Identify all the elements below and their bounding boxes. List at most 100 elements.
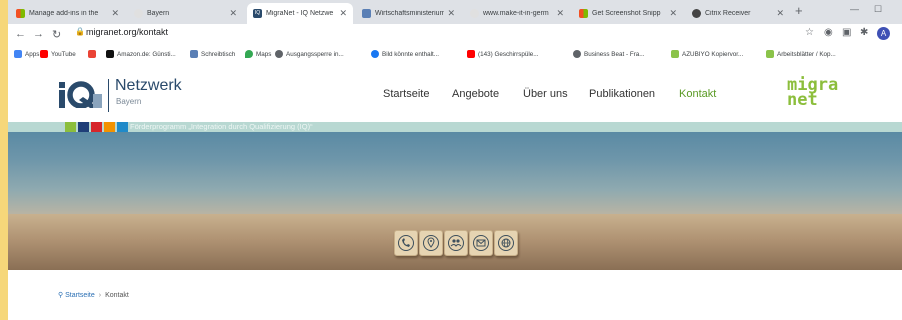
phone-icon: [398, 235, 414, 251]
tab-make-it-in-germany[interactable]: www.make-it-in-germ ✕: [464, 3, 570, 24]
schreibtisch-icon: [190, 50, 198, 58]
tab-label: www.make-it-in-germ: [483, 10, 549, 17]
bookmark-ausgangssperre[interactable]: Ausgangssperre in...: [275, 50, 344, 58]
extension-icon[interactable]: ◉: [824, 27, 833, 38]
tab-strip: Manage add-ins in the ✕ Bayern ✕ IQ Migr…: [8, 0, 902, 24]
azubiyo-icon: [766, 50, 774, 58]
maps-pin-icon: [245, 50, 253, 58]
extensions-puzzle-icon[interactable]: ✱: [860, 27, 868, 38]
bookmark-label: Ausgangssperre in...: [286, 50, 344, 58]
globe-icon: [275, 50, 283, 58]
bookmark-star-icon[interactable]: ☆: [805, 27, 814, 38]
bookmark-label: Schreibtisch: [201, 50, 236, 58]
bookmark-schreibtisch[interactable]: Schreibtisch: [190, 50, 235, 58]
new-tab-button[interactable]: +: [795, 3, 803, 18]
tab-label: MigraNet - IQ Netzwe: [266, 10, 334, 17]
nav-publikationen[interactable]: Publikationen: [589, 88, 655, 100]
breadcrumb-current: Kontakt: [105, 291, 129, 299]
program-color-square: [117, 122, 128, 132]
maximize-icon[interactable]: ☐: [874, 4, 882, 15]
breadcrumb-separator: ›: [98, 291, 102, 299]
close-icon[interactable]: ✕: [229, 8, 237, 19]
tab-get-screenshot[interactable]: Get Screenshot Snipp ✕: [573, 3, 683, 24]
address-bar[interactable]: migranet.org/kontakt: [86, 27, 168, 37]
tab-label: Wirtschaftsministerium: [375, 10, 445, 17]
profile-avatar[interactable]: A: [877, 27, 890, 40]
logo-divider: [108, 79, 109, 112]
bookmark-maps[interactable]: Maps: [245, 50, 271, 58]
close-icon[interactable]: ✕: [556, 8, 564, 19]
bayern-icon: [134, 9, 143, 18]
minimize-icon[interactable]: —: [850, 4, 859, 14]
program-color-square: [104, 122, 115, 132]
bookmark-facebook[interactable]: Bild könnte enthalt...: [371, 50, 439, 58]
bookmark-geschirrspuele[interactable]: (143) Geschirrspüle...: [467, 50, 539, 58]
cube-globe: [494, 230, 518, 256]
bookmarks-bar: Apps YouTube Amazon.de: Günsti... Schrei…: [8, 46, 902, 65]
tab-citrix[interactable]: Citrix Receiver ✕: [686, 3, 790, 24]
youtube-icon: [467, 50, 475, 58]
extension-icon-2[interactable]: ▣: [842, 27, 851, 38]
tab-bayern[interactable]: Bayern ✕: [128, 3, 243, 24]
close-icon[interactable]: ✕: [669, 8, 677, 19]
forward-icon[interactable]: →: [33, 28, 44, 40]
cube-phone: [394, 230, 418, 256]
youtube-icon: [40, 50, 48, 58]
windows-icon: [579, 9, 588, 18]
facebook-icon: [371, 50, 379, 58]
bookmark-arbeitsblaetter[interactable]: Arbeitsblätter / Kop...: [766, 50, 836, 58]
logo-subtitle: Bayern: [116, 97, 142, 106]
program-color-square: [78, 122, 89, 132]
program-color-square: [91, 122, 102, 132]
breadcrumb-home[interactable]: Startseite: [65, 292, 95, 299]
bayern-icon: [470, 9, 479, 18]
bookmark-b[interactable]: [88, 50, 99, 58]
bookmark-amazon[interactable]: Amazon.de: Günsti...: [106, 50, 176, 58]
nav-startseite[interactable]: Startseite: [383, 88, 429, 100]
close-icon[interactable]: ✕: [776, 8, 784, 19]
bookmark-label: Bild könnte enthalt...: [382, 50, 440, 58]
cube-location: [419, 230, 443, 256]
bookmark-apps[interactable]: Apps: [14, 50, 39, 58]
globe-icon: [573, 50, 581, 58]
reload-icon[interactable]: ↻: [52, 28, 61, 41]
azubiyo-icon: [671, 50, 679, 58]
tab-wirtschaftsministerium[interactable]: Wirtschaftsministerium ✕: [356, 3, 461, 24]
logo-title: Netzwerk: [115, 77, 182, 94]
location-pin-icon: ⚲: [58, 292, 64, 299]
bookmark-label: Apps: [25, 50, 40, 58]
lock-icon: 🔒: [75, 27, 85, 36]
tab-manage-add-ins[interactable]: Manage add-ins in the ✕: [10, 3, 125, 24]
apps-grid-icon: [14, 50, 22, 58]
close-icon[interactable]: ✕: [111, 8, 119, 19]
close-icon[interactable]: ✕: [447, 8, 455, 19]
program-color-square: [65, 122, 76, 132]
bookmark-azubiyo[interactable]: AZUBIYO Kopiervor...: [671, 50, 743, 58]
back-icon[interactable]: ←: [15, 28, 26, 40]
migranet-logo-line2: net: [787, 90, 818, 110]
nav-angebote[interactable]: Angebote: [452, 88, 499, 100]
iq-logo[interactable]: [59, 81, 102, 108]
migranet-logo[interactable]: migra net: [787, 77, 838, 110]
bookmark-label: Maps: [256, 50, 272, 58]
nav-ueber-uns[interactable]: Über uns: [523, 88, 568, 100]
edit-icon: [362, 9, 371, 18]
close-icon[interactable]: ✕: [339, 8, 347, 19]
tab-migranet[interactable]: IQ MigraNet - IQ Netzwe ✕: [247, 3, 353, 24]
bookmark-b-icon: [88, 50, 96, 58]
program-title: Förderprogramm „Integration durch Qualif…: [130, 122, 313, 131]
windows-icon: [16, 9, 25, 18]
amazon-icon: [106, 50, 114, 58]
bookmark-label: Arbeitsblätter / Kop...: [777, 50, 836, 58]
mail-icon: [473, 235, 489, 251]
bookmark-youtube[interactable]: YouTube: [40, 50, 76, 58]
nav-kontakt[interactable]: Kontakt: [679, 88, 716, 100]
bookmark-label: AZUBIYO Kopiervor...: [682, 50, 744, 58]
bookmark-label: Amazon.de: Günsti...: [117, 50, 176, 58]
site-header: Netzwerk Bayern Startseite Angebote Über…: [8, 64, 902, 122]
bookmark-label: Business Beat - Fra...: [584, 50, 645, 58]
bookmark-business-beat[interactable]: Business Beat - Fra...: [573, 50, 645, 58]
cube-mail: [469, 230, 493, 256]
breadcrumb: ⚲ Startseite › Kontakt: [58, 291, 129, 300]
location-pin-icon: [423, 235, 439, 251]
